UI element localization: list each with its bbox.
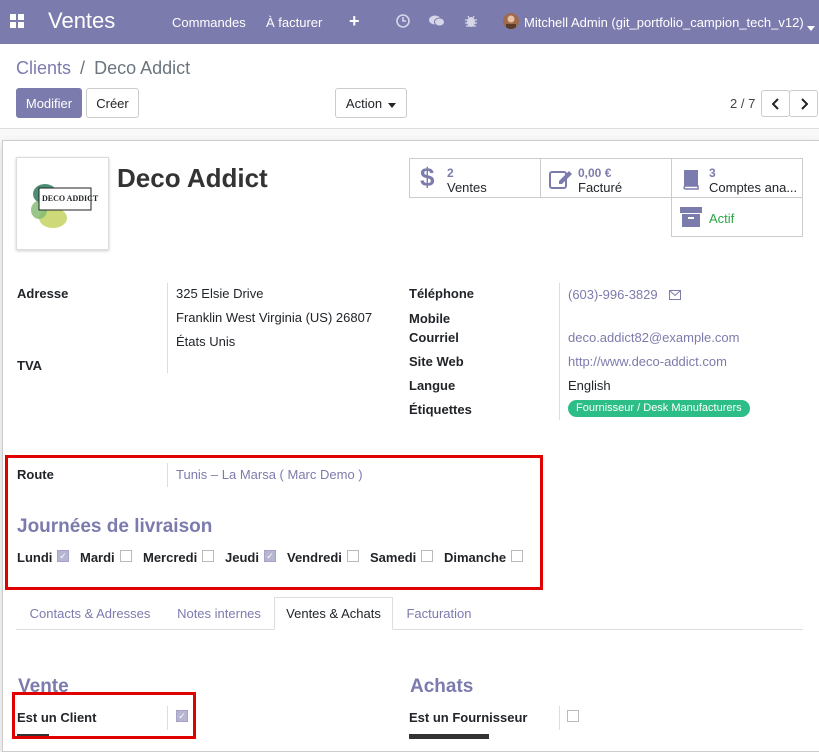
user-name[interactable]: Mitchell Admin (git_portfolio_campion_te… <box>524 15 804 30</box>
phone-value[interactable]: (603)-996-3829 <box>568 287 658 302</box>
website-value[interactable]: http://www.deco-addict.com <box>568 354 727 369</box>
edit-icon <box>549 168 573 193</box>
website-label: Site Web <box>409 354 464 369</box>
invoiced-label: Facturé <box>578 180 623 195</box>
email-value[interactable]: deco.addict82@example.com <box>568 330 739 345</box>
tab-invoicing[interactable]: Facturation <box>393 597 485 630</box>
pager-previous-button[interactable] <box>761 90 790 117</box>
sales-count: 2 <box>447 166 454 180</box>
chevron-left-icon <box>771 97 779 110</box>
clock-icon[interactable] <box>396 14 410 31</box>
action-dropdown[interactable]: Action <box>335 88 407 118</box>
partner-logo[interactable]: DECO ADDICT <box>16 157 109 250</box>
analytic-accounts-stat-button[interactable]: 3 Comptes ana... <box>671 158 803 198</box>
partner-name: Deco Addict <box>117 163 268 193</box>
route-highlight-box <box>5 455 543 590</box>
address-country: États Unis <box>176 334 236 349</box>
is-vendor-separator <box>559 706 560 730</box>
create-button[interactable]: Créer <box>86 88 139 118</box>
is-vendor-label: Est un Fournisseur <box>409 710 528 725</box>
address-separator <box>167 283 168 373</box>
is-vendor-checkbox[interactable] <box>567 710 579 722</box>
customer-highlight-box <box>12 692 196 739</box>
avatar[interactable] <box>503 13 519 29</box>
address-line2: Franklin West Virginia (US) 26807 <box>176 310 373 325</box>
tag-badge[interactable]: Fournisseur / Desk Manufacturers <box>568 400 750 417</box>
chevron-right-icon <box>800 97 808 110</box>
breadcrumb-separator: / <box>80 58 86 78</box>
control-panel: Clients / Deco Addict Modifier Créer Act… <box>0 44 819 129</box>
sales-stat-button[interactable]: $ 2 Ventes <box>409 158 541 198</box>
breadcrumb-current: Deco Addict <box>94 58 191 78</box>
language-value: English <box>568 378 611 393</box>
invoiced-amount: 0,00 € <box>578 166 612 180</box>
envelope-icon[interactable] <box>669 288 681 303</box>
pager-next-button[interactable] <box>789 90 818 117</box>
purchase-section-title: Achats <box>410 676 474 697</box>
active-label: Actif <box>709 211 735 226</box>
chat-icon[interactable] <box>429 14 445 31</box>
leaf-logo-image <box>31 184 92 228</box>
email-label: Courriel <box>409 330 459 345</box>
tab-internal-notes[interactable]: Notes internes <box>164 597 274 630</box>
dollar-icon: $ <box>420 162 435 192</box>
logo-text: DECO ADDICT <box>42 194 99 203</box>
analytic-label: Comptes ana... <box>709 180 798 195</box>
contact-separator <box>559 283 560 420</box>
breadcrumb-clients[interactable]: Clients <box>16 58 71 78</box>
vat-label: TVA <box>17 358 43 373</box>
action-label: Action <box>345 95 383 111</box>
address-label: Adresse <box>17 286 69 301</box>
breadcrumb: Clients / Deco Addict <box>16 58 190 79</box>
apps-menu-icon[interactable] <box>10 14 24 28</box>
tags-label: Étiquettes <box>409 402 472 417</box>
book-icon <box>680 168 702 193</box>
analytic-count: 3 <box>709 166 716 180</box>
menu-commandes[interactable]: Commandes <box>172 15 246 30</box>
sales-label: Ventes <box>447 180 487 195</box>
bug-icon[interactable] <box>465 14 477 31</box>
caret-down-icon <box>388 96 397 111</box>
pager-value[interactable]: 2 / 7 <box>730 96 755 111</box>
invoiced-stat-button[interactable]: 0,00 € Facturé <box>540 158 672 198</box>
address-line1: 325 Elsie Drive <box>176 286 264 301</box>
menu-a-facturer[interactable]: À facturer <box>266 15 322 30</box>
language-label: Langue <box>409 378 456 393</box>
top-navbar: Ventes Commandes À facturer + Mitchell A… <box>0 0 819 44</box>
phone-label: Téléphone <box>409 286 475 301</box>
tab-contacts-addresses[interactable]: Contacts & Adresses <box>16 597 164 630</box>
plus-icon[interactable]: + <box>349 11 360 32</box>
active-toggle-button[interactable]: Actif <box>671 197 803 237</box>
next-row-stub-right <box>409 734 489 739</box>
mobile-label: Mobile <box>409 311 451 326</box>
archive-icon <box>680 207 702 230</box>
chevron-down-icon[interactable] <box>807 19 815 34</box>
edit-button[interactable]: Modifier <box>16 88 82 118</box>
app-title[interactable]: Ventes <box>48 8 115 34</box>
tab-sales-purchases[interactable]: Ventes & Achats <box>274 597 393 630</box>
